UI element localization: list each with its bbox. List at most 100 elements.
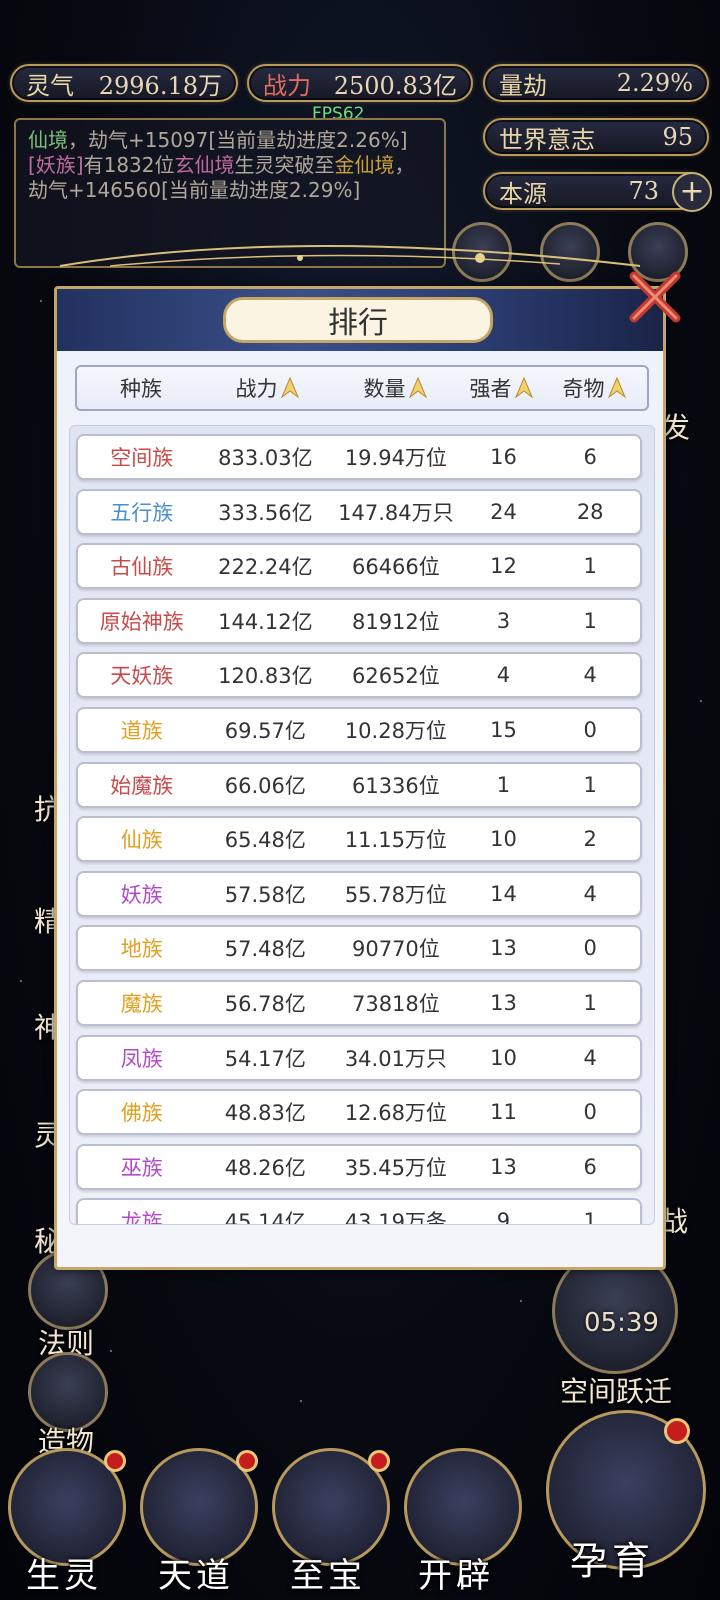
relic-value: 2 [583, 827, 597, 852]
strong-value: 1 [496, 772, 511, 797]
ranking-list[interactable]: 空间族 833.03亿 19.94万位 16 6 五行族 333.56亿 147.84万只 24… [69, 425, 655, 1225]
sort-arrow-icon [607, 377, 626, 399]
count-value: 66466位 [351, 555, 440, 580]
dialog-header: 排行 [57, 289, 663, 351]
power-value: 66.06亿 [224, 773, 306, 798]
power-value: 48.26亿 [224, 1155, 306, 1180]
lingqi-stat: 灵气 2996.18万 [10, 64, 238, 102]
liangjie-stat: 量劫 2.29% [483, 64, 709, 102]
benyuan-value: 73 [628, 177, 659, 205]
count-value: 61336位 [351, 773, 440, 798]
add-benyuan-button[interactable]: + [672, 172, 712, 212]
table-row[interactable]: 仙族 65.48亿 11.15万位 10 2 [76, 816, 642, 863]
relic-value: 4 [583, 1045, 597, 1070]
table-header: 种族 战力 数量 强者 奇物 [75, 365, 649, 411]
table-row[interactable]: 凤族 54.17亿 34.01万只 10 4 [76, 1034, 642, 1081]
race-name: 佛族 [120, 1101, 163, 1126]
race-name: 始魔族 [110, 773, 174, 798]
relic-value: 0 [583, 1100, 597, 1125]
relic-value: 1 [583, 772, 597, 797]
zhanli-label: 战力 [263, 71, 311, 100]
zhanli-value: 2500.83亿 [333, 71, 457, 100]
strong-value: 11 [490, 1100, 517, 1125]
header-strong[interactable]: 强者 [461, 373, 541, 403]
race-name: 仙族 [120, 828, 163, 853]
table-row[interactable]: 魔族 56.78亿 73818位 13 1 [76, 980, 642, 1026]
table-row[interactable]: 五行族 333.56亿 147.84万只 24 28 [76, 488, 642, 535]
table-row[interactable]: 龙族 45.14亿 43.19万条 9 1 [76, 1198, 642, 1225]
strong-value: 13 [490, 936, 517, 961]
race-name: 龙族 [120, 1210, 163, 1225]
liangjie-label: 量劫 [499, 71, 547, 100]
count-value: 43.19万条 [344, 1210, 447, 1225]
side-label-fa: 发 [662, 411, 691, 444]
race-name: 地族 [120, 937, 163, 962]
count-value: 35.45万位 [344, 1155, 447, 1180]
zhibao-label: 至宝 [290, 1556, 366, 1596]
power-value: 69.57亿 [224, 719, 306, 743]
race-name: 原始神族 [99, 609, 184, 634]
count-value: 10.28万位 [344, 719, 447, 743]
table-row[interactable]: 空间族 833.03亿 19.94万位 16 6 [76, 434, 642, 480]
count-value: 147.84万只 [338, 500, 454, 525]
strong-value: 13 [490, 1154, 517, 1179]
lingqi-label: 灵气 [26, 71, 74, 100]
relic-value: 1 [583, 608, 597, 633]
power-value: 57.58亿 [224, 882, 306, 907]
kaipi-label: 开辟 [418, 1556, 494, 1596]
tiandao-label: 天道 [158, 1556, 234, 1596]
lingqi-value: 2996.18万 [98, 71, 222, 100]
table-row[interactable]: 始魔族 66.06亿 61336位 1 1 [76, 761, 642, 808]
kongjian-timer: 05:39 [584, 1308, 659, 1338]
table-row[interactable]: 天妖族 120.83亿 62652位 4 4 [76, 652, 642, 699]
power-value: 54.17亿 [224, 1046, 306, 1071]
table-row[interactable]: 妖族 57.58亿 55.78万位 14 4 [76, 870, 642, 917]
count-value: 11.15万位 [344, 828, 447, 853]
log-line: [妖族]有1832位玄仙境生灵突破至金仙境，劫气+146560[当前量劫进度2.… [28, 153, 415, 202]
header-relic[interactable]: 奇物 [541, 373, 647, 403]
strong-value: 16 [490, 445, 517, 469]
race-name: 妖族 [120, 882, 163, 907]
dialog-title: 排行 [223, 297, 493, 343]
count-value: 12.68万位 [344, 1101, 447, 1126]
shijie-label: 世界意志 [499, 125, 595, 154]
table-row[interactable]: 原始神族 144.12亿 81912位 3 1 [76, 597, 642, 644]
sort-arrow-icon [514, 377, 533, 399]
power-value: 144.12亿 [218, 609, 313, 634]
strong-value: 24 [490, 499, 517, 524]
header-power[interactable]: 战力 [205, 373, 329, 403]
relic-value: 0 [583, 936, 597, 961]
power-value: 57.48亿 [224, 937, 306, 962]
race-name: 天妖族 [110, 664, 174, 689]
race-name: 古仙族 [110, 555, 174, 580]
power-value: 65.48亿 [224, 828, 306, 853]
strong-value: 10 [490, 827, 517, 852]
shijie-stat: 世界意志 95 [483, 118, 709, 156]
shengling-label: 生灵 [26, 1556, 102, 1596]
close-button[interactable] [626, 266, 686, 326]
kongjian-label: 空间跃迁 [560, 1375, 673, 1408]
sort-arrow-icon [408, 377, 427, 399]
count-value: 90770位 [351, 937, 440, 962]
zhanli-stat: 战力 2500.83亿 [247, 64, 473, 102]
notification-dot [664, 1418, 690, 1444]
strong-value: 3 [496, 608, 511, 633]
strong-value: 9 [496, 1209, 511, 1225]
table-row[interactable]: 佛族 48.83亿 12.68万位 11 0 [76, 1089, 642, 1136]
plus-icon: + [679, 174, 705, 209]
relic-value: 0 [583, 718, 597, 742]
table-row[interactable]: 古仙族 222.24亿 66466位 12 1 [76, 543, 642, 590]
power-value: 833.03亿 [218, 446, 313, 470]
table-row[interactable]: 道族 69.57亿 10.28万位 15 0 [76, 707, 642, 753]
yunyu-label: 孕育 [570, 1539, 655, 1583]
power-value: 222.24亿 [218, 555, 313, 580]
relic-value: 1 [583, 1209, 597, 1225]
relic-value: 28 [576, 499, 604, 524]
table-row[interactable]: 地族 57.48亿 90770位 13 0 [76, 925, 642, 972]
count-value: 62652位 [351, 664, 440, 689]
benyuan-label: 本源 [499, 179, 547, 208]
power-value: 333.56亿 [218, 500, 313, 525]
notification-dot [236, 1450, 258, 1472]
table-row[interactable]: 巫族 48.26亿 35.45万位 13 6 [76, 1143, 642, 1190]
header-count[interactable]: 数量 [329, 373, 461, 403]
